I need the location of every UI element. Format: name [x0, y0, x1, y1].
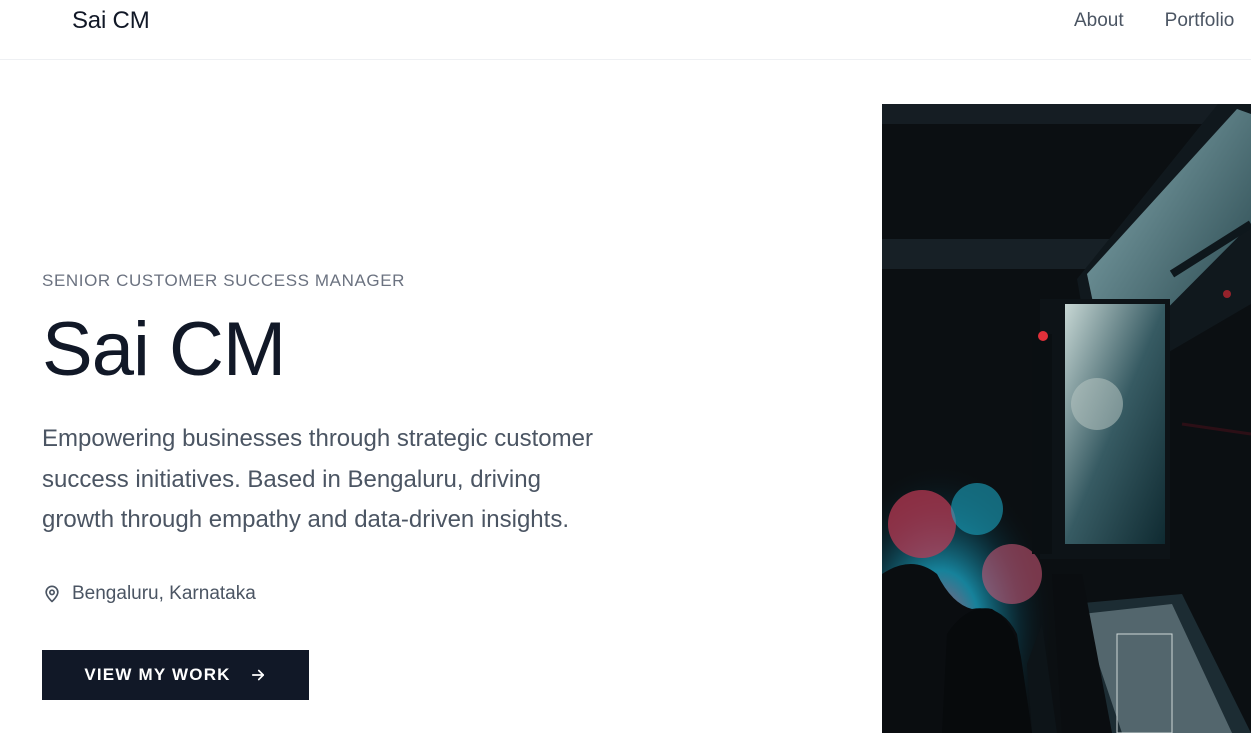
location-row: Bengaluru, Karnataka	[42, 583, 256, 605]
main-nav: About Portfolio	[1074, 10, 1234, 32]
view-my-work-button[interactable]: VIEW MY WORK	[42, 650, 309, 700]
hero-description-line: Empowering businesses through strategic …	[42, 425, 593, 452]
nav-link-about[interactable]: About	[1074, 10, 1124, 32]
map-pin-icon	[45, 585, 59, 603]
hero-description: Empowering businesses through strategic …	[42, 419, 682, 541]
hero-eyebrow: SENIOR CUSTOMER SUCCESS MANAGER	[42, 271, 406, 290]
nav-link-portfolio[interactable]: Portfolio	[1165, 10, 1235, 32]
site-header: Sai CM About Portfolio	[0, 0, 1251, 60]
hero-title: Sai CM	[42, 307, 286, 392]
hero-photo-artwork	[882, 104, 1251, 733]
arrow-right-icon	[251, 669, 264, 681]
hero-description-line: growth through empathy and data-driven i…	[42, 506, 569, 533]
view-my-work-label: VIEW MY WORK	[84, 665, 231, 684]
hero-photo	[882, 104, 1251, 733]
brand-logo-link[interactable]: Sai CM	[72, 7, 150, 35]
location-text: Bengaluru, Karnataka	[72, 583, 256, 604]
hero-description-line: success initiatives. Based in Bengaluru,…	[42, 465, 541, 493]
